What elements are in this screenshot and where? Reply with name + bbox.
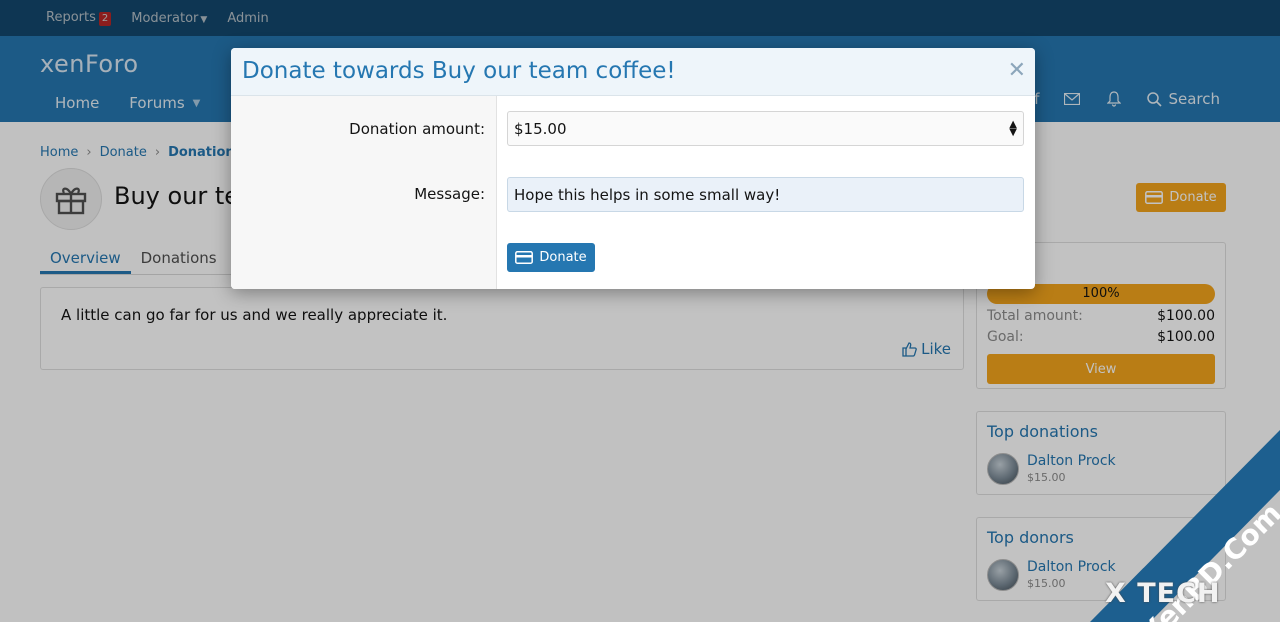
donation-amount-value: $15.00	[514, 119, 567, 138]
credit-card-icon	[515, 251, 534, 264]
close-icon[interactable]: ✕	[1008, 58, 1026, 84]
donation-amount-label: Donation amount:	[349, 120, 485, 138]
modal-backdrop-top	[0, 0, 1280, 36]
modal-donate-label: Donate	[539, 250, 587, 265]
select-arrows-icon: ▲ ▼	[1009, 119, 1017, 138]
message-label: Message:	[414, 185, 485, 203]
donate-modal: Donate towards Buy our team coffee! ✕ Do…	[231, 48, 1035, 289]
modal-title: Donate towards Buy our team coffee!	[242, 58, 676, 84]
modal-donate-button[interactable]: Donate	[507, 243, 595, 272]
message-input[interactable]: Hope this helps in some small way!	[507, 177, 1024, 212]
donation-amount-select[interactable]: $15.00 ▲ ▼	[507, 111, 1024, 146]
form-label-column: Donation amount: Message:	[231, 96, 497, 289]
watermark-text-secondary: X TECH	[1105, 578, 1221, 609]
modal-header: Donate towards Buy our team coffee! ✕	[231, 48, 1035, 96]
